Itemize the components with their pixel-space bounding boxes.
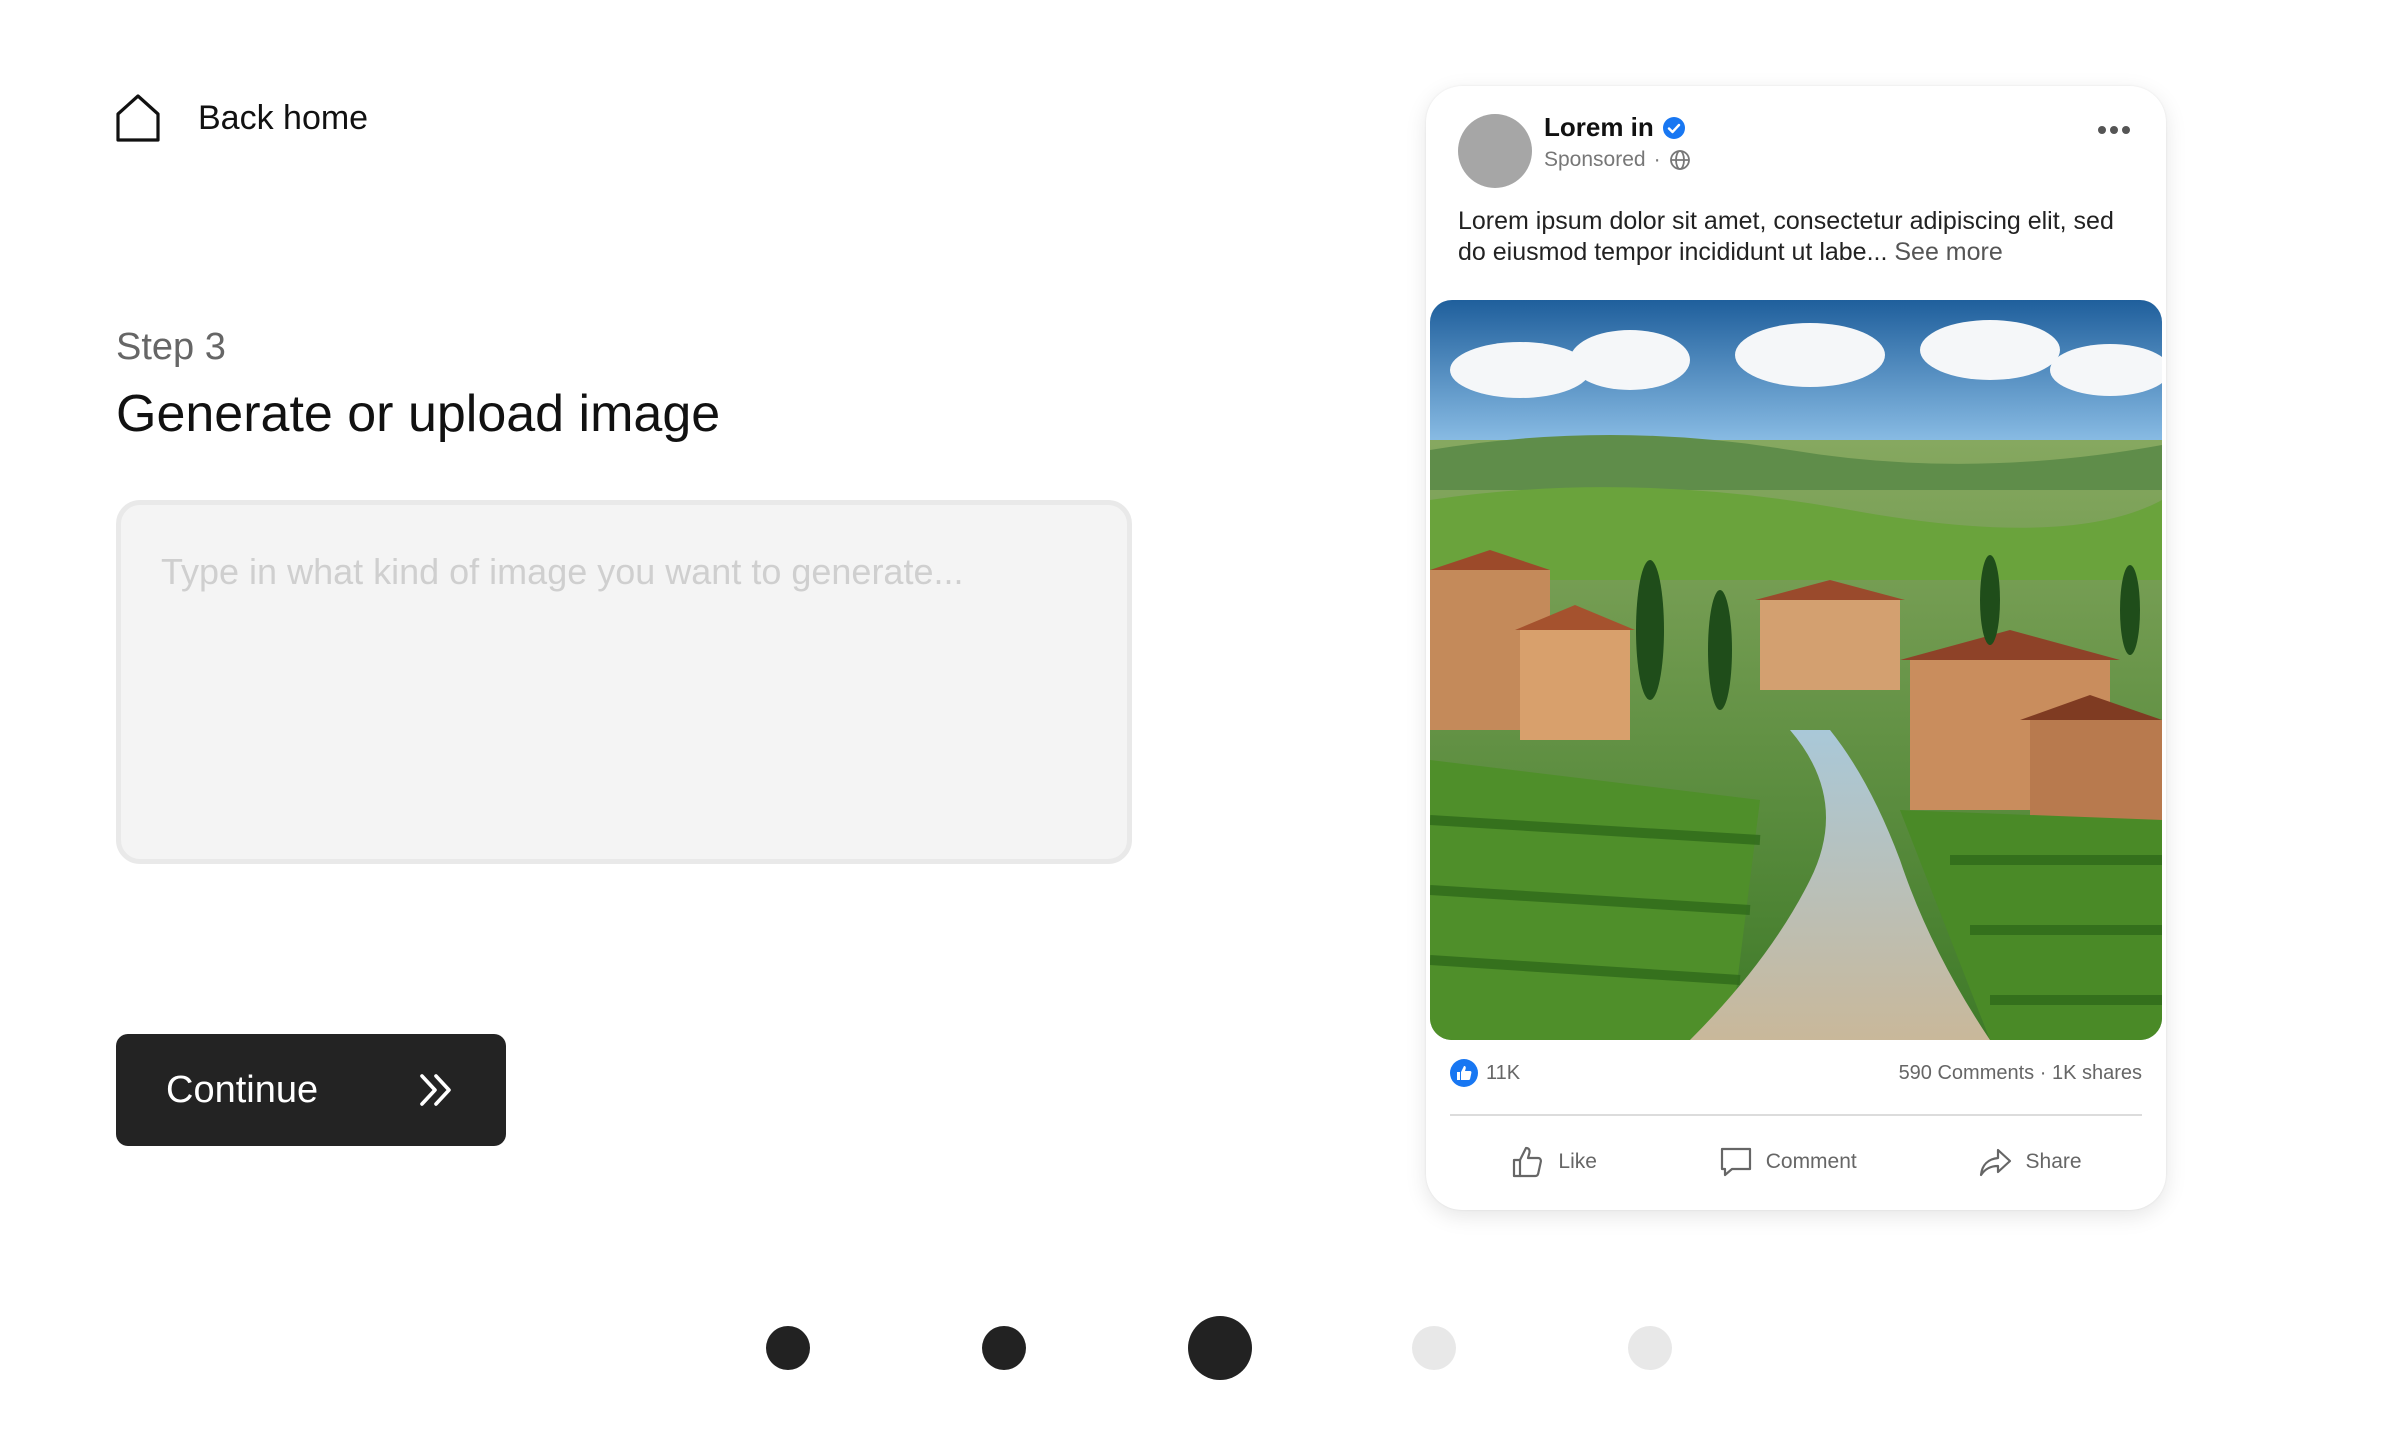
- post-body-text: Lorem ipsum dolor sit amet, consectetur …: [1458, 207, 2114, 266]
- sponsored-label: Sponsored: [1544, 148, 1646, 171]
- image-prompt-input[interactable]: [121, 505, 1127, 859]
- comment-label: Comment: [1765, 1150, 1857, 1173]
- post-page-name-row: Lorem in: [1544, 112, 1686, 143]
- comments-shares-count[interactable]: 590 Comments · 1K shares: [1899, 1062, 2142, 1085]
- like-button[interactable]: Like: [1510, 1144, 1597, 1180]
- share-icon: [1979, 1148, 2011, 1177]
- verified-badge-icon: [1662, 116, 1685, 139]
- progress-dot-1[interactable]: [766, 1326, 810, 1370]
- post-page-name: Lorem in: [1544, 112, 1654, 142]
- double-chevron-right-icon: [420, 1074, 451, 1106]
- divider: [1450, 1114, 2142, 1116]
- progress-dot-5[interactable]: [1628, 1326, 1672, 1370]
- separator-dot: ·: [1653, 148, 1661, 171]
- step-progress: [0, 1316, 2400, 1380]
- share-button[interactable]: Share: [1978, 1144, 2082, 1180]
- comment-icon: [1720, 1147, 1751, 1177]
- step-label: Step 3: [116, 326, 226, 368]
- post-body: Lorem ipsum dolor sit amet, consectetur …: [1458, 206, 2148, 268]
- prompt-field-container: [116, 500, 1132, 864]
- ad-preview-card: Lorem in Sponsored · Lorem ipsum dolor s…: [1426, 86, 2166, 1210]
- back-home-label: Back home: [198, 98, 369, 137]
- home-icon: [116, 94, 160, 142]
- thumbs-up-icon: [1513, 1146, 1543, 1178]
- avatar: [1458, 114, 1532, 188]
- continue-label: Continue: [166, 1068, 319, 1111]
- page-title: Generate or upload image: [116, 385, 721, 443]
- see-more-link[interactable]: See more: [1894, 238, 2002, 266]
- comment-button[interactable]: Comment: [1718, 1144, 1857, 1180]
- post-actions: Like Comment Share: [1450, 1132, 2142, 1192]
- likes-label: 11K: [1486, 1061, 1521, 1084]
- progress-dot-4[interactable]: [1412, 1326, 1456, 1370]
- share-label: Share: [2025, 1150, 2082, 1173]
- progress-dot-3[interactable]: [1188, 1316, 1252, 1380]
- likes-count[interactable]: 11K: [1450, 1059, 1520, 1087]
- globe-icon: [1669, 150, 1690, 170]
- landscape-image: [1430, 300, 2162, 1040]
- like-label: Like: [1558, 1150, 1597, 1173]
- sponsored-row: Sponsored ·: [1544, 148, 1691, 172]
- like-reaction-icon: [1450, 1059, 1478, 1087]
- post-stats: 11K 590 Comments · 1K shares: [1450, 1056, 2142, 1090]
- progress-dot-2[interactable]: [982, 1326, 1026, 1370]
- back-home-link[interactable]: Back home: [114, 92, 368, 144]
- more-icon[interactable]: [2092, 116, 2136, 144]
- post-image: [1430, 300, 2162, 1040]
- continue-button[interactable]: Continue: [116, 1034, 506, 1146]
